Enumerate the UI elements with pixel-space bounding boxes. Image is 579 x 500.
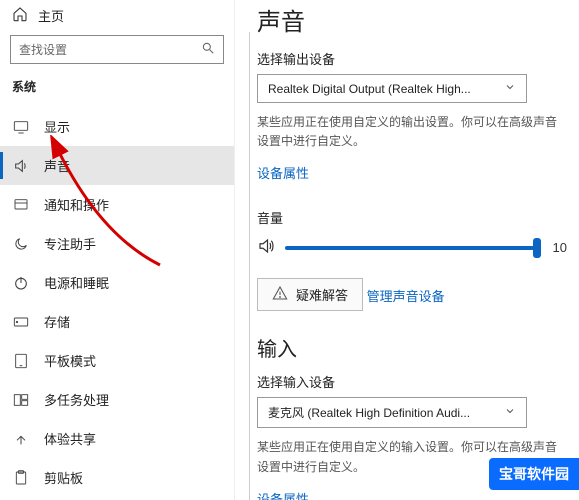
input-device-properties-link[interactable]: 设备属性	[257, 489, 309, 500]
search-icon	[201, 41, 215, 58]
output-device-label: 选择输出设备	[257, 49, 567, 68]
sidebar-item-multitask[interactable]: 多任务处理	[0, 380, 234, 419]
home-button[interactable]: 主页	[0, 0, 234, 35]
home-icon	[12, 6, 28, 25]
page-title: 声音	[257, 2, 567, 37]
volume-value: 10	[553, 240, 567, 255]
sidebar-item-label: 显示	[44, 117, 70, 136]
output-device-properties-link[interactable]: 设备属性	[257, 163, 309, 182]
home-label: 主页	[38, 6, 64, 25]
watermark: 宝哥软件园	[489, 458, 579, 490]
sidebar-item-tablet[interactable]: 平板模式	[0, 341, 234, 380]
moon-icon	[12, 236, 30, 252]
manage-sound-devices-link[interactable]: 管理声音设备	[367, 286, 445, 305]
output-note: 某些应用正在使用自定义的输出设置。你可以在高级声音设置中进行自定义。	[257, 113, 567, 151]
sidebar-item-focus[interactable]: 专注助手	[0, 224, 234, 263]
sidebar-item-storage[interactable]: 存储	[0, 302, 234, 341]
input-device-label: 选择输入设备	[257, 372, 567, 391]
sidebar-item-label: 通知和操作	[44, 195, 109, 214]
sidebar-item-notifications[interactable]: 通知和操作	[0, 185, 234, 224]
category-label: 系统	[0, 74, 234, 97]
sidebar-item-power[interactable]: 电源和睡眠	[0, 263, 234, 302]
display-icon	[12, 120, 30, 134]
content-area: 声音 选择输出设备 Realtek Digital Output (Realte…	[235, 0, 579, 500]
warning-icon	[272, 285, 288, 304]
sidebar: 主页 查找设置 系统 显示 声音 通知和操作	[0, 0, 235, 500]
sidebar-item-label: 多任务处理	[44, 390, 109, 409]
output-troubleshoot-button[interactable]: 疑难解答	[257, 278, 363, 311]
search-placeholder: 查找设置	[19, 41, 67, 58]
clipboard-icon	[12, 470, 30, 486]
chevron-down-icon	[504, 81, 516, 96]
power-icon	[12, 275, 30, 291]
input-device-select[interactable]: 麦克风 (Realtek High Definition Audi...	[257, 397, 527, 428]
storage-icon	[12, 315, 30, 329]
sidebar-item-share[interactable]: 体验共享	[0, 419, 234, 458]
multitask-icon	[12, 393, 30, 407]
sidebar-item-label: 存储	[44, 312, 70, 331]
sidebar-item-clipboard[interactable]: 剪贴板	[0, 458, 234, 497]
sidebar-item-display[interactable]: 显示	[0, 107, 234, 146]
sidebar-item-label: 体验共享	[44, 429, 96, 448]
notification-icon	[12, 197, 30, 213]
input-heading: 输入	[257, 333, 567, 362]
volume-slider[interactable]	[285, 246, 537, 250]
sidebar-item-label: 专注助手	[44, 234, 96, 253]
sidebar-item-label: 声音	[44, 156, 70, 175]
sidebar-item-label: 平板模式	[44, 351, 96, 370]
tablet-icon	[12, 353, 30, 369]
output-device-value: Realtek Digital Output (Realtek High...	[268, 82, 471, 96]
sidebar-item-label: 剪贴板	[44, 468, 83, 487]
input-device-value: 麦克风 (Realtek High Definition Audi...	[268, 404, 470, 421]
search-input[interactable]: 查找设置	[10, 35, 224, 64]
speaker-icon	[257, 237, 275, 258]
nav-list: 显示 声音 通知和操作 专注助手 电源和睡眠 存储	[0, 107, 234, 500]
sidebar-item-sound[interactable]: 声音	[0, 146, 234, 185]
output-device-select[interactable]: Realtek Digital Output (Realtek High...	[257, 74, 527, 103]
sidebar-item-label: 电源和睡眠	[44, 273, 109, 292]
sound-icon	[12, 158, 30, 174]
chevron-down-icon	[504, 405, 516, 420]
slider-thumb[interactable]	[533, 238, 541, 258]
share-icon	[12, 431, 30, 447]
volume-label: 音量	[257, 208, 567, 227]
